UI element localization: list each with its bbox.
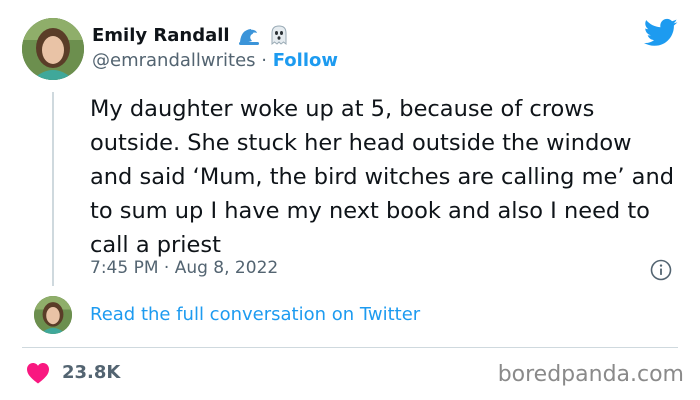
author-handle[interactable]: @emrandallwrites bbox=[92, 50, 256, 71]
tweet-timestamp[interactable]: 7:45 PM · Aug 8, 2022 bbox=[90, 258, 278, 278]
watermark: boredpanda.com bbox=[497, 362, 684, 387]
author-avatar[interactable] bbox=[22, 18, 84, 80]
tweet-card: Emily Randall @emrandallwrites · Follow … bbox=[0, 0, 700, 400]
tweet-text: My daughter woke up at 5, because of cro… bbox=[90, 96, 674, 258]
info-icon[interactable] bbox=[650, 259, 672, 281]
conversation-avatar-image bbox=[34, 296, 72, 334]
author-handle-row: @emrandallwrites · Follow bbox=[92, 50, 338, 71]
conversation-avatar[interactable] bbox=[34, 296, 72, 334]
twitter-bird-icon[interactable] bbox=[644, 18, 678, 48]
author-name-row: Emily Randall bbox=[92, 22, 290, 48]
handle-separator: · bbox=[255, 50, 273, 71]
divider bbox=[22, 347, 678, 348]
like-count: 23.8K bbox=[62, 362, 121, 383]
ghost-emoji-icon bbox=[268, 24, 290, 46]
heart-icon[interactable] bbox=[26, 362, 50, 384]
author-avatar-image bbox=[22, 18, 84, 80]
read-conversation-link[interactable]: Read the full conversation on Twitter bbox=[90, 304, 420, 325]
thread-line bbox=[52, 92, 54, 286]
author-display-name[interactable]: Emily Randall bbox=[92, 25, 230, 46]
follow-button[interactable]: Follow bbox=[273, 50, 338, 71]
wave-emoji-icon bbox=[238, 24, 260, 46]
